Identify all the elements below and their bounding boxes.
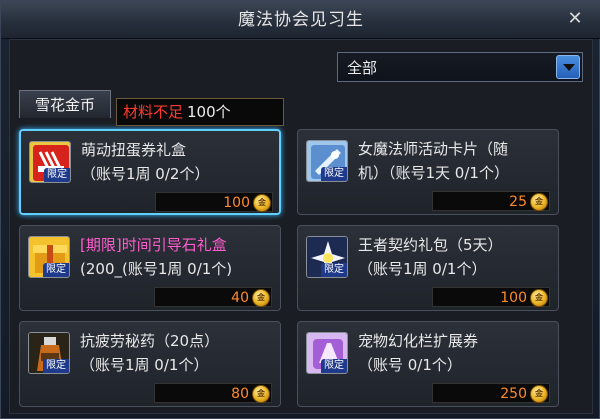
potion-icon: 限定: [28, 332, 70, 374]
event-card-icon: 限定: [306, 140, 348, 182]
item-price: 40: [231, 290, 249, 306]
shop-window: 魔法协会见习生 ✕ 全部 雪花金币 限定 萌动扭蛋券礼盒 （账号1周 0/2个）…: [0, 0, 600, 419]
shop-item-6[interactable]: 限定 宠物幻化栏扩展券 （账号 0/1个） 250 金: [297, 321, 559, 407]
limited-tag: 限定: [44, 168, 70, 182]
item-price: 100: [223, 195, 250, 211]
price-box: 100 金: [432, 287, 550, 307]
tab-snowflake-coin[interactable]: 雪花金币: [19, 90, 111, 118]
price-box: 40 金: [154, 287, 272, 307]
title-bar[interactable]: 魔法协会见习生 ✕: [1, 1, 600, 39]
gold-coin-icon: 金: [530, 193, 548, 211]
dropdown-arrow-button[interactable]: [556, 55, 580, 79]
item-purchase-limit: （账号1周 0/2个）: [81, 165, 210, 183]
category-dropdown[interactable]: 全部: [337, 52, 583, 82]
window-title: 魔法协会见习生: [238, 10, 364, 30]
price-box: 250 金: [432, 383, 550, 403]
gold-coin-icon: 金: [252, 289, 270, 307]
shop-item-4[interactable]: 限定 王者契约礼包（5天） （账号1周 0/1个） 100 金: [297, 225, 559, 311]
item-purchase-limit: （账号 0/1个）: [358, 356, 462, 374]
gold-coin-icon: 金: [530, 385, 548, 403]
item-purchase-limit: （账号1周 0/1个）: [358, 260, 487, 278]
item-name: 女魔法师活动卡片（随: [358, 140, 509, 158]
insufficient-materials-tooltip: 材料不足 100个: [116, 98, 284, 126]
dropdown-selected-value: 全部: [347, 59, 378, 77]
tooltip-quantity: 100个: [187, 103, 231, 121]
pet-slot-ticket-icon: 限定: [306, 332, 348, 374]
gacha-ticket-box-icon: 限定: [29, 141, 71, 183]
item-name: 抗疲劳秘药（20点）: [80, 332, 220, 350]
gold-coin-icon: 金: [530, 289, 548, 307]
item-purchase-limit: （账号1周 0/1个）: [80, 356, 209, 374]
shop-item-3[interactable]: 限定 [期限]时间引导石礼盒 (200_(账号1周 0/1个) 40 金: [19, 225, 281, 311]
price-box: 100 金: [155, 192, 273, 212]
gold-coin-icon: 金: [252, 385, 270, 403]
price-box: 80 金: [154, 383, 272, 403]
guide-stone-box-icon: 限定: [28, 236, 70, 278]
item-price: 250: [500, 386, 527, 402]
item-purchase-limit: (200_(账号1周 0/1个): [80, 260, 233, 278]
item-name: 王者契约礼包（5天）: [358, 236, 503, 254]
item-name: 萌动扭蛋券礼盒: [81, 141, 187, 159]
limited-tag: 限定: [321, 263, 347, 277]
limited-tag: 限定: [321, 359, 347, 373]
close-icon[interactable]: ✕: [563, 7, 587, 31]
shop-item-2[interactable]: 限定 女魔法师活动卡片（随 机）（账号1天 0/1个） 25 金: [297, 129, 559, 215]
limited-tag: 限定: [43, 359, 69, 373]
item-purchase-limit: 机）（账号1天 0/1个）: [358, 164, 509, 182]
item-price: 25: [509, 194, 527, 210]
price-box: 25 金: [432, 191, 550, 211]
item-price: 100: [500, 290, 527, 306]
tooltip-warning: 材料不足: [123, 103, 184, 121]
chevron-down-icon: [563, 64, 575, 71]
shop-item-5[interactable]: 限定 抗疲劳秘药（20点） （账号1周 0/1个） 80 金: [19, 321, 281, 407]
contract-pack-icon: 限定: [306, 236, 348, 278]
item-name: 宠物幻化栏扩展券: [358, 332, 479, 350]
shop-item-1[interactable]: 限定 萌动扭蛋券礼盒 （账号1周 0/2个） 100 金: [19, 129, 281, 215]
item-price: 80: [231, 386, 249, 402]
limited-tag: 限定: [321, 167, 347, 181]
gold-coin-icon: 金: [253, 194, 271, 212]
item-name: [期限]时间引导石礼盒: [80, 236, 227, 254]
limited-tag: 限定: [43, 263, 69, 277]
